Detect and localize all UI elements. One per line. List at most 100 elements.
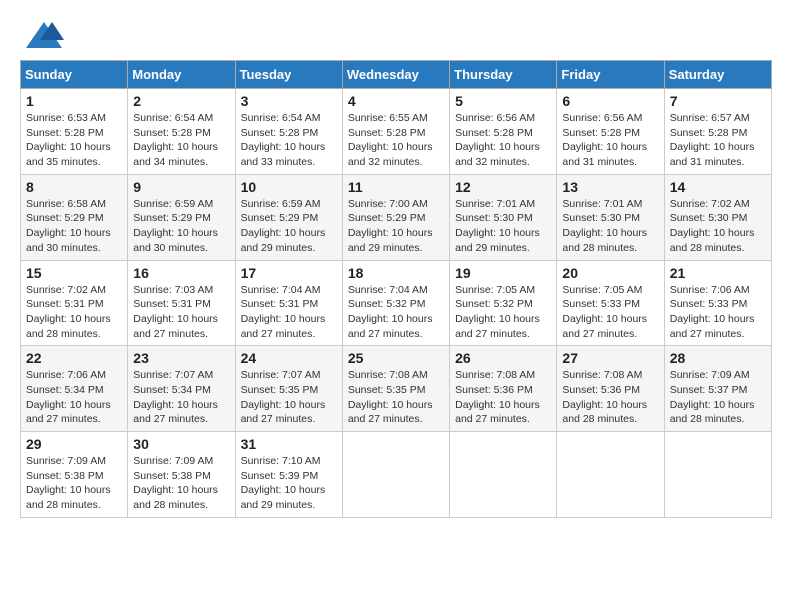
day-number: 8 — [26, 179, 122, 195]
day-info: Sunrise: 7:04 AM Sunset: 5:31 PM Dayligh… — [241, 283, 337, 342]
day-info: Sunrise: 6:54 AM Sunset: 5:28 PM Dayligh… — [133, 111, 229, 170]
day-info: Sunrise: 7:05 AM Sunset: 5:33 PM Dayligh… — [562, 283, 658, 342]
day-info: Sunrise: 6:55 AM Sunset: 5:28 PM Dayligh… — [348, 111, 444, 170]
calendar-cell: 5 Sunrise: 6:56 AM Sunset: 5:28 PM Dayli… — [450, 89, 557, 175]
daylight: Daylight: 10 hours and 27 minutes. — [348, 399, 433, 426]
day-number: 26 — [455, 350, 551, 366]
day-info: Sunrise: 6:56 AM Sunset: 5:28 PM Dayligh… — [455, 111, 551, 170]
sunset: Sunset: 5:30 PM — [562, 212, 640, 224]
sunset: Sunset: 5:31 PM — [26, 298, 104, 310]
sunrise: Sunrise: 7:05 AM — [562, 284, 642, 296]
sunset: Sunset: 5:33 PM — [670, 298, 748, 310]
calendar: SundayMondayTuesdayWednesdayThursdayFrid… — [20, 60, 772, 518]
day-info: Sunrise: 7:07 AM Sunset: 5:34 PM Dayligh… — [133, 368, 229, 427]
calendar-cell: 2 Sunrise: 6:54 AM Sunset: 5:28 PM Dayli… — [128, 89, 235, 175]
sunrise: Sunrise: 7:08 AM — [455, 369, 535, 381]
daylight: Daylight: 10 hours and 28 minutes. — [26, 484, 111, 511]
sunset: Sunset: 5:38 PM — [26, 470, 104, 482]
day-info: Sunrise: 6:56 AM Sunset: 5:28 PM Dayligh… — [562, 111, 658, 170]
calendar-cell: 20 Sunrise: 7:05 AM Sunset: 5:33 PM Dayl… — [557, 260, 664, 346]
sunset: Sunset: 5:37 PM — [670, 384, 748, 396]
daylight: Daylight: 10 hours and 30 minutes. — [26, 227, 111, 254]
day-number: 5 — [455, 93, 551, 109]
day-number: 13 — [562, 179, 658, 195]
day-number: 25 — [348, 350, 444, 366]
sunset: Sunset: 5:36 PM — [455, 384, 533, 396]
sunrise: Sunrise: 7:03 AM — [133, 284, 213, 296]
day-info: Sunrise: 7:07 AM Sunset: 5:35 PM Dayligh… — [241, 368, 337, 427]
sunset: Sunset: 5:31 PM — [133, 298, 211, 310]
day-info: Sunrise: 7:03 AM Sunset: 5:31 PM Dayligh… — [133, 283, 229, 342]
day-info: Sunrise: 7:04 AM Sunset: 5:32 PM Dayligh… — [348, 283, 444, 342]
day-header-thursday: Thursday — [450, 61, 557, 89]
sunrise: Sunrise: 7:08 AM — [348, 369, 428, 381]
calendar-cell: 14 Sunrise: 7:02 AM Sunset: 5:30 PM Dayl… — [664, 174, 771, 260]
calendar-cell: 17 Sunrise: 7:04 AM Sunset: 5:31 PM Dayl… — [235, 260, 342, 346]
sunrise: Sunrise: 7:07 AM — [133, 369, 213, 381]
sunrise: Sunrise: 6:59 AM — [133, 198, 213, 210]
day-info: Sunrise: 7:08 AM Sunset: 5:35 PM Dayligh… — [348, 368, 444, 427]
sunset: Sunset: 5:28 PM — [455, 127, 533, 139]
daylight: Daylight: 10 hours and 33 minutes. — [241, 141, 326, 168]
sunset: Sunset: 5:34 PM — [26, 384, 104, 396]
sunrise: Sunrise: 7:06 AM — [26, 369, 106, 381]
day-info: Sunrise: 7:06 AM Sunset: 5:34 PM Dayligh… — [26, 368, 122, 427]
daylight: Daylight: 10 hours and 31 minutes. — [562, 141, 647, 168]
sunset: Sunset: 5:29 PM — [26, 212, 104, 224]
day-info: Sunrise: 7:01 AM Sunset: 5:30 PM Dayligh… — [455, 197, 551, 256]
day-number: 10 — [241, 179, 337, 195]
page-header — [20, 20, 772, 50]
daylight: Daylight: 10 hours and 28 minutes. — [133, 484, 218, 511]
calendar-cell: 21 Sunrise: 7:06 AM Sunset: 5:33 PM Dayl… — [664, 260, 771, 346]
calendar-header-row: SundayMondayTuesdayWednesdayThursdayFrid… — [21, 61, 772, 89]
calendar-cell: 6 Sunrise: 6:56 AM Sunset: 5:28 PM Dayli… — [557, 89, 664, 175]
sunrise: Sunrise: 6:55 AM — [348, 112, 428, 124]
day-number: 23 — [133, 350, 229, 366]
day-number: 14 — [670, 179, 766, 195]
sunset: Sunset: 5:28 PM — [348, 127, 426, 139]
day-header-sunday: Sunday — [21, 61, 128, 89]
daylight: Daylight: 10 hours and 27 minutes. — [133, 313, 218, 340]
day-number: 17 — [241, 265, 337, 281]
sunset: Sunset: 5:38 PM — [133, 470, 211, 482]
sunset: Sunset: 5:28 PM — [670, 127, 748, 139]
day-number: 16 — [133, 265, 229, 281]
calendar-cell: 30 Sunrise: 7:09 AM Sunset: 5:38 PM Dayl… — [128, 432, 235, 518]
calendar-cell: 31 Sunrise: 7:10 AM Sunset: 5:39 PM Dayl… — [235, 432, 342, 518]
sunset: Sunset: 5:39 PM — [241, 470, 319, 482]
calendar-cell: 29 Sunrise: 7:09 AM Sunset: 5:38 PM Dayl… — [21, 432, 128, 518]
sunrise: Sunrise: 7:09 AM — [670, 369, 750, 381]
calendar-week-2: 8 Sunrise: 6:58 AM Sunset: 5:29 PM Dayli… — [21, 174, 772, 260]
day-header-wednesday: Wednesday — [342, 61, 449, 89]
calendar-cell — [450, 432, 557, 518]
daylight: Daylight: 10 hours and 27 minutes. — [455, 399, 540, 426]
day-number: 4 — [348, 93, 444, 109]
day-info: Sunrise: 7:01 AM Sunset: 5:30 PM Dayligh… — [562, 197, 658, 256]
daylight: Daylight: 10 hours and 31 minutes. — [670, 141, 755, 168]
day-info: Sunrise: 7:09 AM Sunset: 5:38 PM Dayligh… — [26, 454, 122, 513]
sunset: Sunset: 5:30 PM — [455, 212, 533, 224]
day-number: 2 — [133, 93, 229, 109]
calendar-cell: 3 Sunrise: 6:54 AM Sunset: 5:28 PM Dayli… — [235, 89, 342, 175]
sunset: Sunset: 5:36 PM — [562, 384, 640, 396]
calendar-week-3: 15 Sunrise: 7:02 AM Sunset: 5:31 PM Dayl… — [21, 260, 772, 346]
daylight: Daylight: 10 hours and 27 minutes. — [455, 313, 540, 340]
sunset: Sunset: 5:28 PM — [133, 127, 211, 139]
day-info: Sunrise: 6:59 AM Sunset: 5:29 PM Dayligh… — [133, 197, 229, 256]
calendar-week-4: 22 Sunrise: 7:06 AM Sunset: 5:34 PM Dayl… — [21, 346, 772, 432]
day-number: 29 — [26, 436, 122, 452]
calendar-cell: 27 Sunrise: 7:08 AM Sunset: 5:36 PM Dayl… — [557, 346, 664, 432]
sunrise: Sunrise: 7:01 AM — [562, 198, 642, 210]
day-number: 31 — [241, 436, 337, 452]
sunrise: Sunrise: 6:58 AM — [26, 198, 106, 210]
day-header-tuesday: Tuesday — [235, 61, 342, 89]
calendar-cell: 16 Sunrise: 7:03 AM Sunset: 5:31 PM Dayl… — [128, 260, 235, 346]
daylight: Daylight: 10 hours and 29 minutes. — [348, 227, 433, 254]
calendar-cell: 12 Sunrise: 7:01 AM Sunset: 5:30 PM Dayl… — [450, 174, 557, 260]
day-header-saturday: Saturday — [664, 61, 771, 89]
day-info: Sunrise: 7:02 AM Sunset: 5:30 PM Dayligh… — [670, 197, 766, 256]
calendar-cell: 13 Sunrise: 7:01 AM Sunset: 5:30 PM Dayl… — [557, 174, 664, 260]
day-number: 12 — [455, 179, 551, 195]
calendar-cell: 9 Sunrise: 6:59 AM Sunset: 5:29 PM Dayli… — [128, 174, 235, 260]
day-info: Sunrise: 6:53 AM Sunset: 5:28 PM Dayligh… — [26, 111, 122, 170]
